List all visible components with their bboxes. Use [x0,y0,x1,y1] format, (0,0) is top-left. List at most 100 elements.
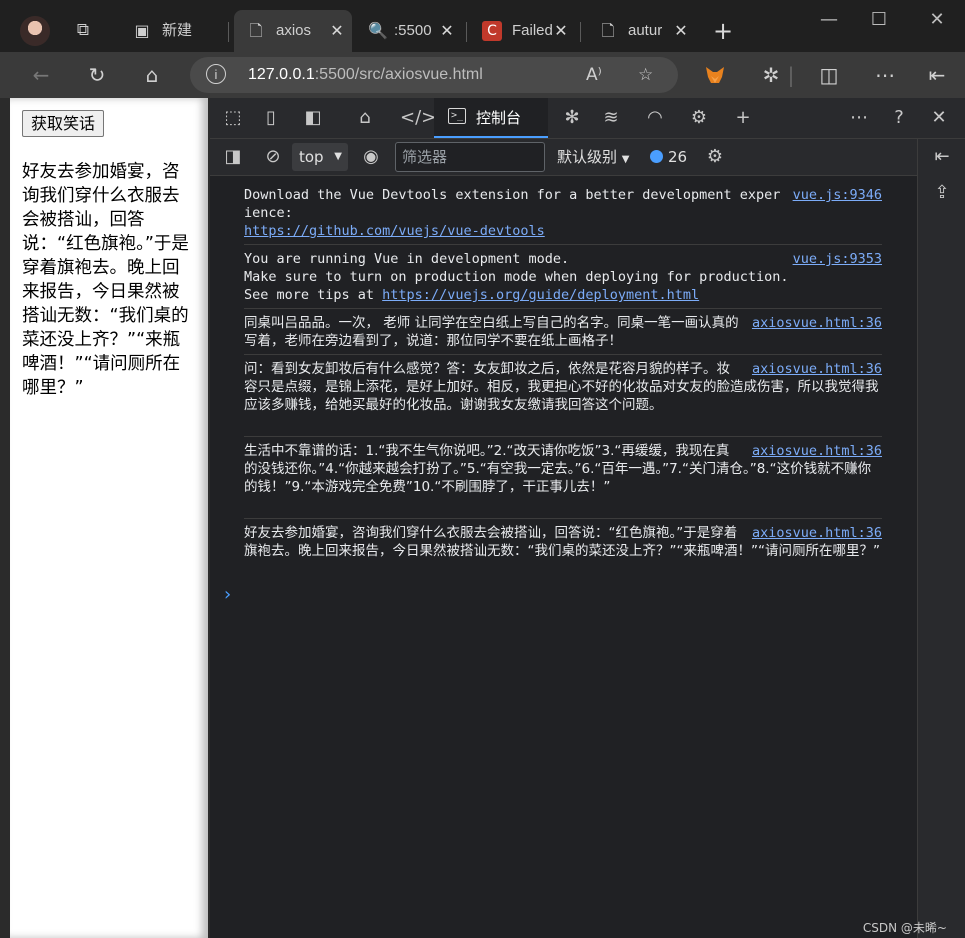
console-message[interactable]: vue.js:9346 Download the Vue Devtools ext… [244,186,882,240]
tab-5500[interactable]: 🔍 :5500 ✕ [356,10,462,52]
issues-count: 26 [668,148,688,166]
split-screen-icon[interactable]: ◫ [814,61,844,89]
console-filter-bar: ◨ ⊘ top ▼ ◉ 筛选器 默认级别 ▼ 26 ⚙ [210,139,917,176]
page-viewport: 获取笑话 好友去参加婚宴，咨询我们穿什么衣服去会被搭讪，回答说：“红色旗袍。”于… [10,98,208,938]
message-text: Download the Vue Devtools extension for … [244,187,781,221]
tab-axios-active[interactable]: 🗋 axios ✕ [234,10,352,52]
source-link[interactable]: axiosvue.html:36 [752,524,882,542]
issues-counter[interactable]: 26 [650,139,687,175]
tab-label: autur [628,22,663,39]
devtools-menu-icon[interactable]: ⋯ [846,106,872,130]
sidebar-toggle-icon[interactable]: ⇤ [922,61,952,89]
console-settings-gear-icon[interactable]: ⚙ [702,145,728,169]
chevron-down-icon: ▼ [334,151,342,162]
source-link[interactable]: axiosvue.html:36 [752,360,882,378]
tab-label: axios [276,22,312,39]
live-expression-eye-icon[interactable]: ◉ [358,145,384,169]
search-icon: 🔍 [368,21,388,40]
metamask-fox-icon[interactable] [704,64,726,86]
source-link[interactable]: vue.js:9353 [793,250,882,268]
clear-console-icon[interactable]: ⊘ [260,145,286,169]
maximize-icon[interactable]: ☐ [864,8,894,32]
url-text[interactable]: 127.0.0.1:5500/src/axiosvue.html [248,57,483,93]
elements-code-icon[interactable]: </> [400,106,436,130]
close-tab-icon[interactable]: ✕ [438,10,456,52]
message-link[interactable]: https://github.com/vuejs/vue-devtools [244,223,545,239]
address-bar[interactable]: i 127.0.0.1:5500/src/axiosvue.html A⁾ ☆ [190,57,678,93]
more-menu-icon[interactable]: ⋯ [870,61,900,89]
log-level-dropdown[interactable]: 默认级别 ▼ [557,139,630,178]
message-text: 同桌叫吕品品。一次， 老师 让同学在空白纸上写自己的名字。同桌一笔一画认真的写着… [244,315,739,349]
file-icon: 🗋 [601,21,615,40]
file-icon: 🗋 [249,21,263,40]
filter-input[interactable]: 筛选器 [395,142,545,172]
close-tab-icon[interactable]: ✕ [552,10,570,52]
url-path: :5500/src/axiosvue.html [314,66,483,83]
title-bar: ⧉ ▣ 新建 🗋 axios ✕ 🔍 :5500 ✕ C Failed ✕ 🗋 … [0,0,965,52]
get-joke-button[interactable]: 获取笑话 [22,110,105,137]
console-message[interactable]: axiosvue.html:36 同桌叫吕品品。一次， 老师 让同学在空白纸上写自… [244,314,882,350]
favorite-star-icon[interactable]: ☆ [638,57,653,93]
message-divider [244,308,882,309]
tab-label: Failed [512,22,553,39]
share-icon[interactable]: ⇪ [929,181,955,205]
sources-bug-icon[interactable]: ✻ [559,106,585,130]
console-message[interactable]: axiosvue.html:36 生活中不靠谱的话：1.“我不生气你说吧。”2.“… [244,442,882,496]
console-message[interactable]: axiosvue.html:36 问：看到女友卸妆后有什么感觉？答：女友卸妆之后，… [244,360,882,414]
c-logo-icon: C [482,21,502,41]
console-prompt-icon[interactable]: › [224,584,231,605]
toolbar-divider: | [787,63,795,87]
back-icon[interactable]: ← [26,61,56,89]
joke-text: 好友去参加婚宴，咨询我们穿什么衣服去会被搭讪，回答说：“红色旗袍。”于是穿着旗袍… [22,162,189,398]
chevron-down-icon: ▼ [621,154,630,165]
source-link[interactable]: axiosvue.html:36 [752,314,882,332]
devtools-panel: ⬚ ▯ ◧ ⌂ </> >_ 控制台 ✻ ≋ ◠ ⚙ + ⋯ ? ✕ ◨ ⊘ t… [210,98,965,938]
performance-gauge-icon[interactable]: ◠ [642,106,668,130]
tab-label: 新建 [162,22,193,39]
close-tab-icon[interactable]: ✕ [328,10,346,52]
minimize-icon[interactable]: — [814,8,844,32]
tab-new[interactable]: ▣ 新建 [120,10,228,52]
message-divider [244,436,882,437]
refresh-icon[interactable]: ↻ [82,61,112,89]
close-window-icon[interactable]: ✕ [922,8,952,32]
close-devtools-icon[interactable]: ✕ [926,106,952,130]
console-sidebar-icon[interactable]: ◨ [220,145,246,169]
message-link[interactable]: https://vuejs.org/guide/deployment.html [382,287,699,303]
log-level-label: 默认级别 [557,148,618,166]
more-tools-plus-icon[interactable]: + [730,106,756,130]
welcome-home-icon[interactable]: ⌂ [352,106,378,130]
new-tab-button[interactable]: + [710,16,736,46]
tab-label: :5500 [394,22,432,39]
network-wifi-icon[interactable]: ≋ [598,106,624,130]
message-divider [244,518,882,519]
drawer-toggle-icon[interactable]: ⇤ [929,145,955,169]
context-select[interactable]: top ▼ [292,143,348,171]
console-message[interactable]: vue.js:9353 You are running Vue in develo… [244,250,882,304]
close-tab-icon[interactable]: ✕ [672,10,690,52]
device-toolbar-icon[interactable]: ▯ [258,106,284,130]
console-icon: >_ [448,108,466,124]
dock-icon[interactable]: ◧ [300,106,326,130]
source-link[interactable]: axiosvue.html:36 [752,442,882,460]
workspaces-icon[interactable]: ⧉ [72,19,94,41]
url-host: 127.0.0.1 [248,66,315,83]
inspect-element-icon[interactable]: ⬚ [220,106,246,130]
tab-console[interactable]: >_ 控制台 [434,98,548,138]
tab-autumn[interactable]: 🗋 autur ✕ [586,10,696,52]
site-info-icon[interactable]: i [206,64,226,84]
profile-avatar[interactable] [20,16,50,46]
context-value: top [299,148,324,166]
source-link[interactable]: vue.js:9346 [793,186,882,204]
tab-failed[interactable]: C Failed ✕ [470,10,576,52]
console-message[interactable]: axiosvue.html:36 好友去参加婚宴，咨询我们穿什么衣服去会被搭讪，回… [244,524,882,560]
navigation-bar: ← ↻ ⌂ i 127.0.0.1:5500/src/axiosvue.html… [0,52,965,98]
issues-icon [650,150,663,163]
read-aloud-icon[interactable]: A⁾ [586,57,602,93]
help-icon[interactable]: ? [886,106,912,130]
memory-chip-icon[interactable]: ⚙ [686,106,712,130]
devtools-right-strip: ⇤ ⇪ [917,139,965,938]
console-tab-label: 控制台 [476,109,522,127]
extensions-icon[interactable]: ✲ [756,61,786,89]
home-icon[interactable]: ⌂ [137,61,167,89]
